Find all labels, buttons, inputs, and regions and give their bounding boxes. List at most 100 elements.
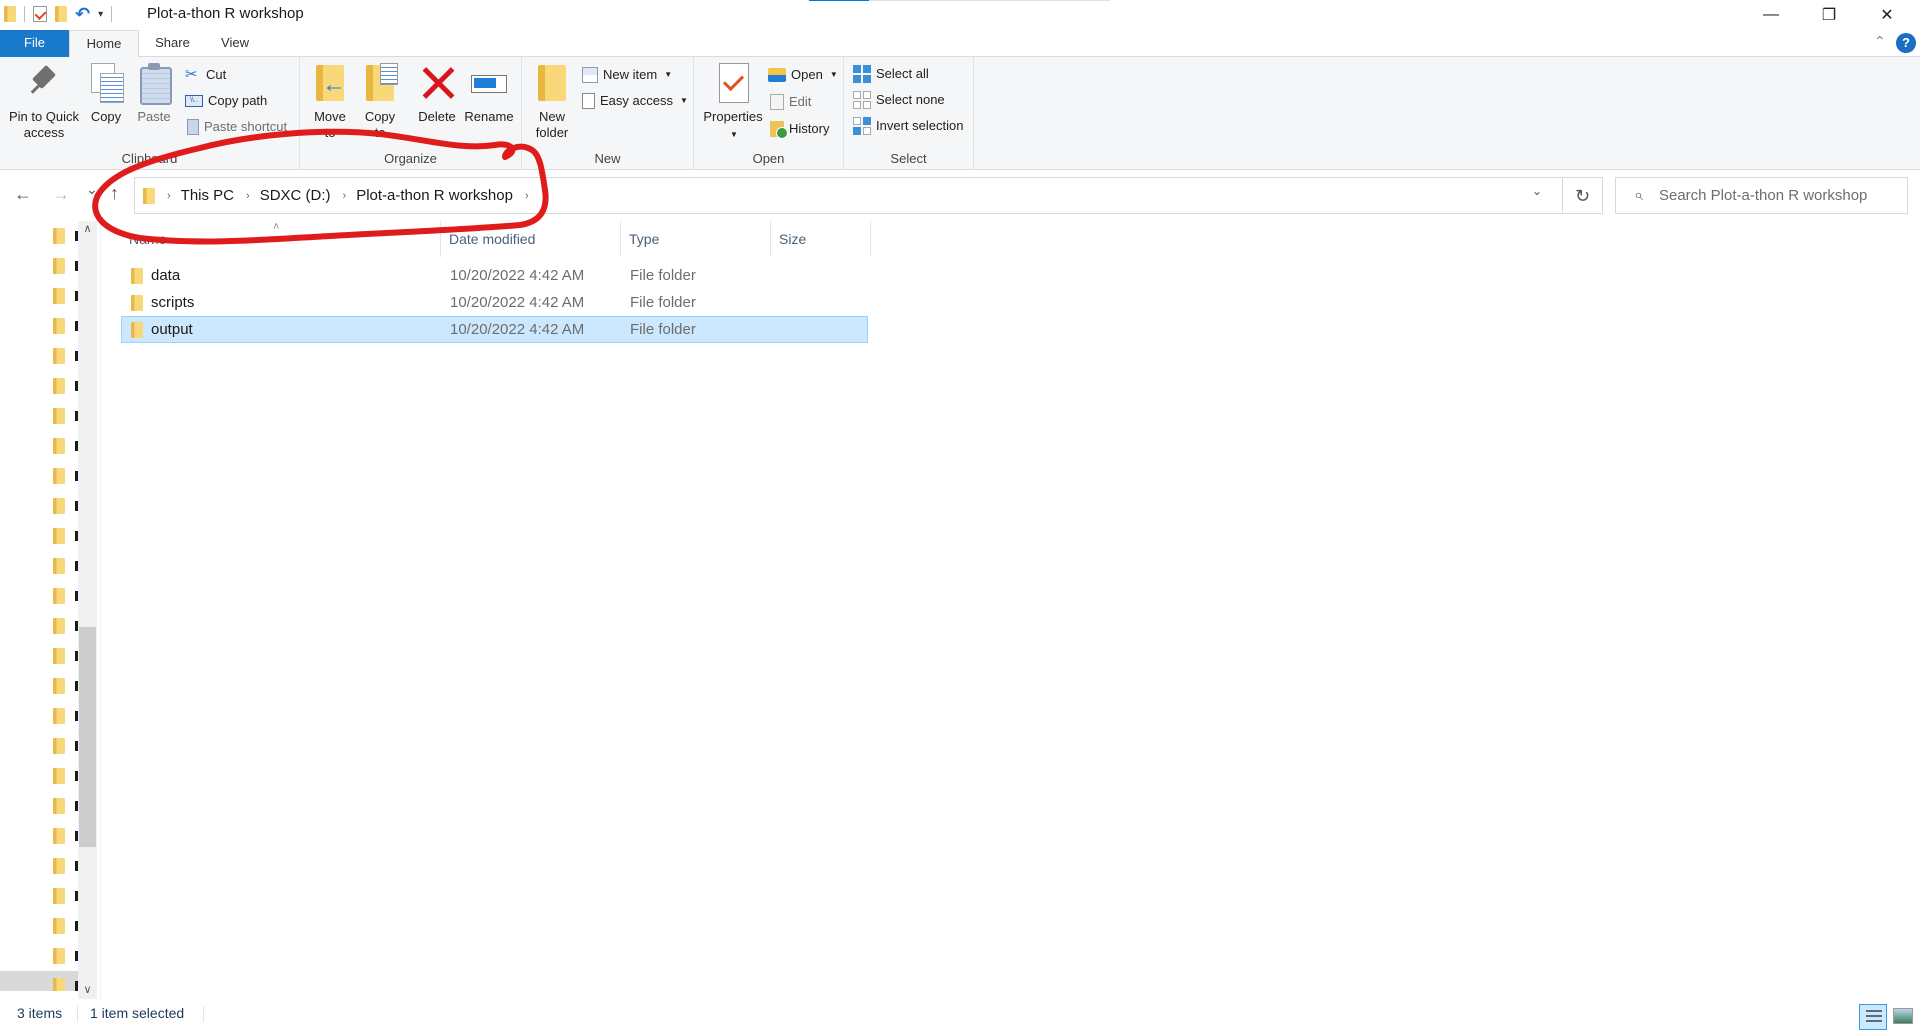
details-view-button[interactable] — [1859, 1004, 1887, 1030]
properties-button[interactable]: Properties ▼ — [698, 61, 768, 143]
nav-pane-item[interactable] — [0, 731, 78, 761]
address-bar[interactable]: › This PC › SDXC (D:) › Plot-a-thon R wo… — [134, 177, 1563, 214]
breadcrumb-sdxc-drive[interactable]: SDXC (D:) — [260, 187, 331, 204]
rename-button[interactable]: Rename — [462, 61, 516, 125]
large-icons-view-button[interactable] — [1893, 1008, 1913, 1024]
scrollbar-thumb[interactable] — [79, 627, 96, 847]
undo-icon[interactable]: ↶ — [75, 5, 90, 23]
forward-arrow-icon[interactable]: → — [52, 184, 70, 205]
column-header-type[interactable]: Type — [621, 221, 771, 257]
nav-pane-item[interactable] — [0, 791, 78, 821]
tab-file[interactable]: File — [0, 30, 69, 57]
help-icon[interactable]: ? — [1896, 33, 1916, 53]
dropdown-caret-icon: ▼ — [829, 70, 838, 79]
column-header-size[interactable]: Size — [771, 221, 871, 257]
select-none-button[interactable]: Select none — [853, 89, 945, 111]
chevron-right-icon[interactable]: › — [246, 190, 250, 202]
divider — [111, 6, 113, 22]
folder-icon — [143, 187, 155, 204]
folder-icon — [53, 918, 65, 934]
customize-dropdown-icon[interactable]: ▾ — [98, 9, 103, 20]
nav-pane-item[interactable] — [0, 251, 78, 281]
nav-pane-item[interactable] — [0, 761, 78, 791]
new-folder-button[interactable]: New folder — [530, 61, 574, 141]
nav-pane-item[interactable] — [0, 551, 78, 581]
edit-button[interactable]: Edit — [770, 91, 811, 113]
column-header-name[interactable]: Name — [121, 221, 441, 257]
nav-pane-item[interactable] — [0, 851, 78, 881]
file-row-scripts[interactable]: scripts 10/20/2022 4:42 AM File folder — [121, 289, 868, 316]
dropdown-caret-icon: ▼ — [730, 130, 738, 139]
properties-check-icon[interactable] — [33, 6, 47, 22]
nav-pane-item[interactable] — [0, 221, 78, 251]
folder-icon — [53, 288, 65, 304]
nav-pane-item[interactable] — [0, 641, 78, 671]
nav-pane-item[interactable] — [0, 461, 78, 491]
tab-home[interactable]: Home — [69, 30, 139, 58]
new-folder-icon[interactable] — [55, 6, 67, 22]
history-button[interactable]: History — [770, 118, 829, 140]
file-explorer-window: ↶ ▾ Plot-a-thon R workshop — ❐ ✕ File Ho… — [0, 0, 1920, 1030]
nav-pane-item[interactable] — [0, 341, 78, 371]
nav-pane-item[interactable] — [0, 281, 78, 311]
cut-button[interactable]: ✂ Cut — [185, 64, 226, 86]
nav-pane-item[interactable] — [0, 971, 78, 991]
scroll-up-icon[interactable]: ∧ — [78, 221, 97, 238]
easy-access-label: Easy access — [600, 93, 673, 108]
nav-pane-item[interactable] — [0, 611, 78, 641]
address-history-dropdown-icon[interactable]: ⌄ — [1532, 184, 1542, 198]
chevron-right-icon[interactable]: › — [343, 190, 347, 202]
recent-locations-icon[interactable]: ⌄ — [86, 181, 98, 198]
paste-button[interactable]: Paste — [134, 61, 174, 125]
nav-pane-item[interactable] — [0, 581, 78, 611]
nav-pane-item[interactable] — [0, 401, 78, 431]
nav-pane-item[interactable] — [0, 881, 78, 911]
nav-pane-item[interactable] — [0, 941, 78, 971]
dropdown-caret-icon: ▼ — [679, 96, 688, 105]
search-box[interactable]: ⌕ — [1615, 177, 1908, 214]
easy-access-button[interactable]: Easy access ▼ — [582, 90, 688, 112]
file-row-data[interactable]: data 10/20/2022 4:42 AM File folder — [121, 262, 868, 289]
chevron-right-icon[interactable]: › — [525, 190, 529, 202]
up-arrow-icon[interactable]: ↑ — [110, 183, 119, 204]
nav-pane-item[interactable] — [0, 521, 78, 551]
paste-shortcut-button[interactable]: Paste shortcut — [187, 116, 287, 138]
new-item-button[interactable]: New item ▼ — [582, 64, 672, 86]
column-header-date-modified[interactable]: Date modified — [441, 221, 621, 257]
minimize-button[interactable]: — — [1742, 0, 1800, 30]
nav-pane-item[interactable] — [0, 491, 78, 521]
nav-pane-item[interactable] — [0, 671, 78, 701]
invert-selection-button[interactable]: Invert selection — [853, 115, 963, 137]
nav-pane-item[interactable] — [0, 371, 78, 401]
nav-pane-item[interactable] — [0, 701, 78, 731]
nav-pane-item[interactable] — [0, 911, 78, 941]
chevron-right-icon[interactable]: › — [167, 190, 171, 202]
copy-path-button[interactable]: \\.. Copy path — [185, 90, 267, 112]
delete-button[interactable]: Delete — [414, 61, 460, 125]
collapse-ribbon-icon[interactable]: ⌃ — [1874, 33, 1886, 50]
refresh-button[interactable]: ↻ — [1563, 177, 1603, 214]
copy-to-button[interactable]: Copy to — [358, 61, 402, 141]
scroll-down-icon[interactable]: ∨ — [78, 982, 97, 999]
file-row-output[interactable]: output 10/20/2022 4:42 AM File folder — [121, 316, 868, 343]
navigation-pane-scrollbar[interactable]: ∧ ∨ — [78, 221, 97, 999]
copy-button[interactable]: Copy — [86, 61, 126, 125]
select-all-button[interactable]: Select all — [853, 63, 929, 85]
pin-to-quick-access-button[interactable]: Pin to Quick access — [4, 61, 84, 141]
restore-button[interactable]: ❐ — [1800, 0, 1858, 30]
search-input[interactable] — [1658, 187, 1899, 204]
back-arrow-icon[interactable]: ← — [14, 184, 32, 205]
pane-splitter[interactable] — [100, 221, 101, 999]
nav-pane-item[interactable] — [0, 431, 78, 461]
breadcrumb-this-pc[interactable]: This PC — [181, 187, 234, 204]
open-button[interactable]: Open ▼ — [768, 64, 838, 86]
move-to-button[interactable]: Move to — [308, 61, 352, 141]
breadcrumb-current-folder[interactable]: Plot-a-thon R workshop — [356, 187, 513, 204]
close-button[interactable]: ✕ — [1858, 0, 1916, 30]
folder-icon — [53, 678, 65, 694]
nav-pane-item[interactable] — [0, 311, 78, 341]
tab-view[interactable]: View — [210, 30, 260, 57]
search-icon: ⌕ — [1634, 186, 1643, 204]
nav-pane-item[interactable] — [0, 821, 78, 851]
tab-share[interactable]: Share — [145, 30, 200, 57]
